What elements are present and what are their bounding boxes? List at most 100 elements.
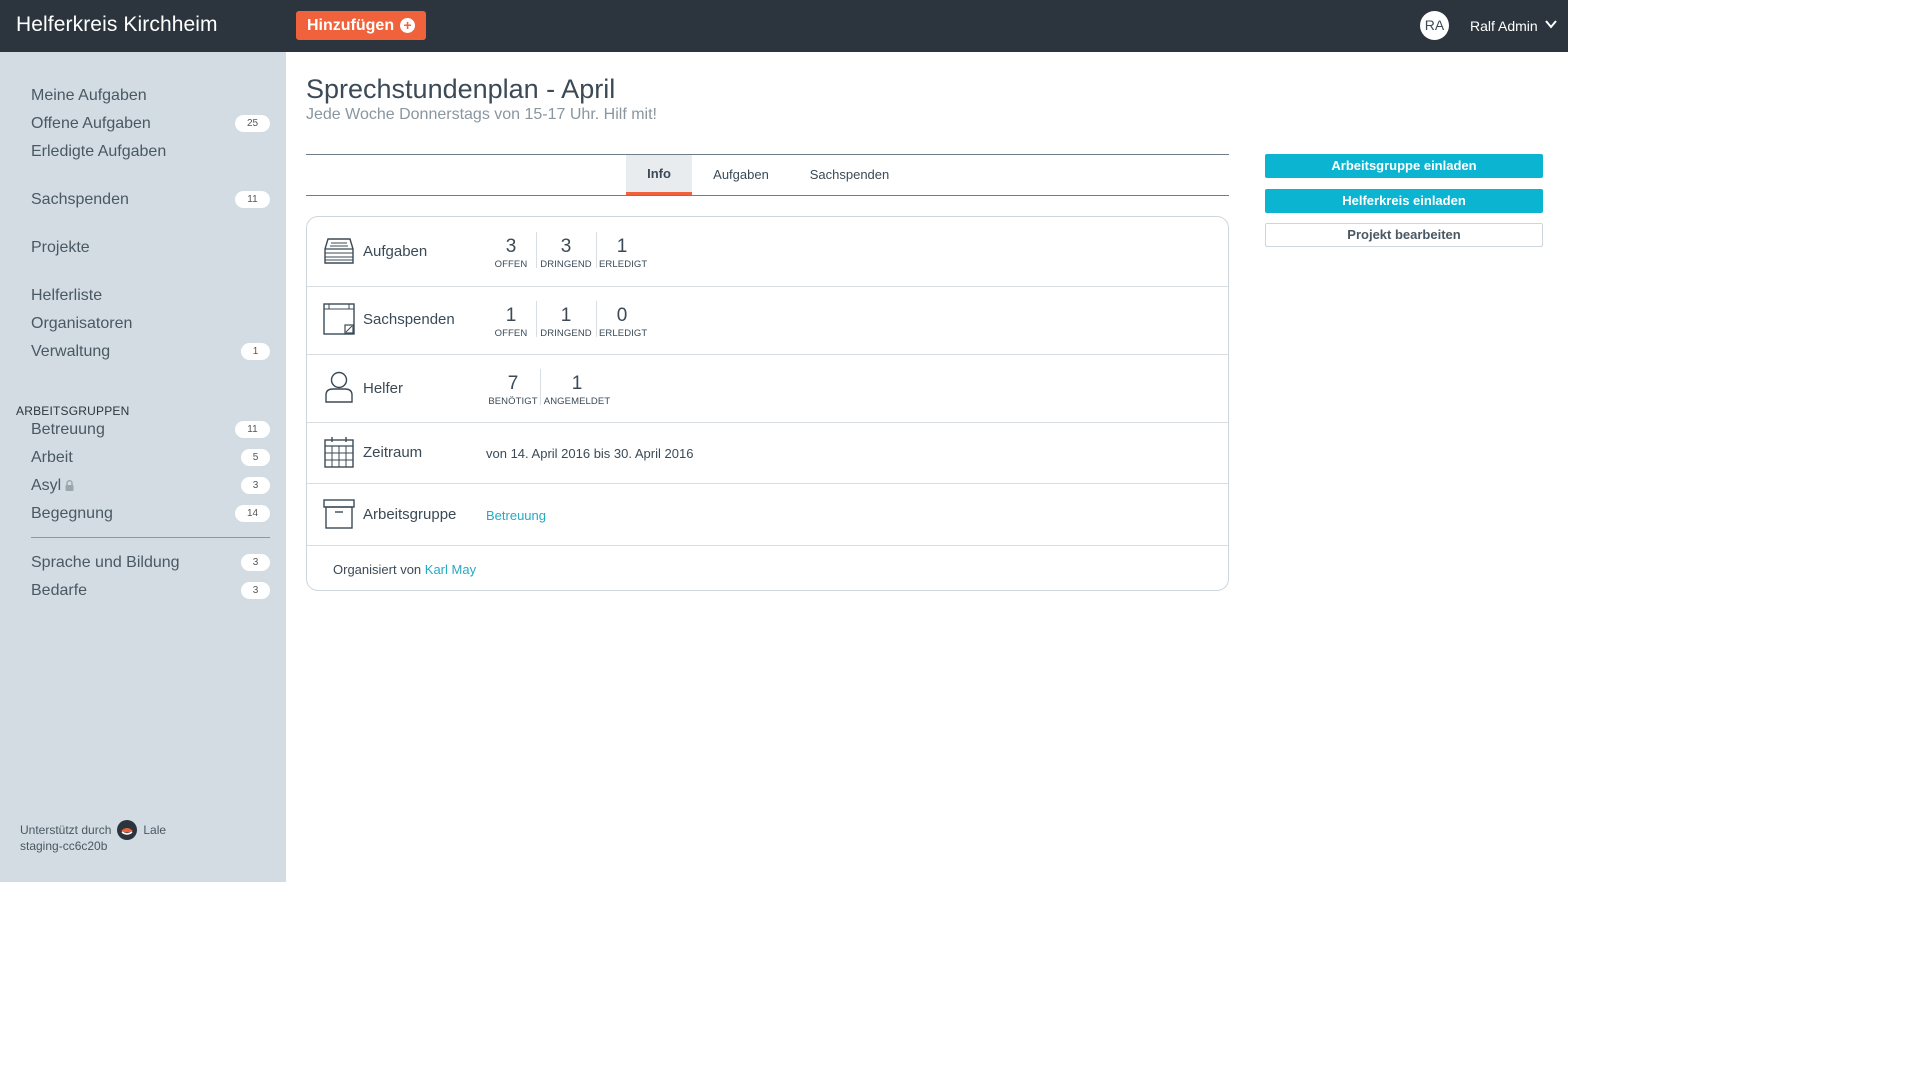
row-divider — [307, 422, 1228, 423]
date-range: von 14. April 2016 bis 30. April 2016 — [486, 446, 694, 461]
supporter-link[interactable]: Lale — [143, 823, 166, 837]
stat-aufgaben-dringend[interactable]: 3 DRINGEND — [540, 236, 592, 270]
count-badge: 1 — [241, 343, 270, 360]
edit-project-button[interactable]: Projekt bearbeiten — [1265, 223, 1543, 247]
add-button-label: Hinzufügen — [307, 16, 395, 34]
stat-sachspenden-dringend[interactable]: 1 DRINGEND — [540, 305, 592, 339]
stat-label: DRINGEND — [540, 328, 592, 339]
stat-sachspenden-offen[interactable]: 1 OFFEN — [491, 305, 531, 339]
stat-label: ANGEMELDET — [543, 396, 611, 407]
organizer-link[interactable]: Karl May — [425, 562, 476, 577]
sidebar-item-label: Asyl — [31, 477, 62, 494]
stat-value: 3 — [505, 236, 517, 257]
invite-helper-circle-button[interactable]: Helferkreis einladen — [1265, 189, 1543, 213]
sidebar-item-meine-aufgaben[interactable]: Meine Aufgaben — [31, 87, 147, 105]
count-badge: 3 — [241, 554, 270, 571]
organizer-line: Organisiert von Karl May — [333, 562, 476, 577]
stat-aufgaben-erledigt[interactable]: 1 ERLEDIGT — [599, 236, 648, 270]
top-bar: Helferkreis Kirchheim Hinzufügen + RA Ra… — [0, 0, 1568, 52]
section-title-arbeitsgruppen: ARBEITSGRUPPEN — [16, 404, 130, 418]
tabs-border-bottom — [306, 195, 1229, 196]
count-badge: 25 — [235, 115, 270, 132]
stat-helfer-benoetigt[interactable]: 7 BENÖTIGT — [487, 373, 539, 407]
tab-sachspenden[interactable]: Sachspenden — [798, 155, 901, 195]
count-badge: 3 — [241, 477, 270, 494]
user-menu-name[interactable]: Ralf Admin — [1470, 18, 1538, 34]
box-package-icon — [323, 303, 355, 335]
row-label-sachspenden: Sachspenden — [363, 311, 455, 328]
stat-value: 1 — [571, 373, 583, 394]
sidebar-item-sprache-und-bildung[interactable]: Sprache und Bildung — [31, 554, 180, 572]
sidebar-item-sachspenden[interactable]: Sachspenden — [31, 191, 129, 209]
sidebar-item-projekte[interactable]: Projekte — [31, 239, 90, 257]
lale-logo-icon[interactable] — [117, 820, 138, 840]
stat-value: 7 — [507, 373, 519, 394]
count-badge: 11 — [235, 191, 270, 208]
stat-helfer-angemeldet[interactable]: 1 ANGEMELDET — [543, 373, 611, 407]
row-label-aufgaben: Aufgaben — [363, 243, 428, 260]
stat-divider — [596, 232, 597, 268]
lock-icon — [65, 480, 74, 491]
calendar-icon — [324, 437, 354, 468]
sidebar-item-betreuung[interactable]: Betreuung — [31, 421, 105, 439]
info-card: Aufgaben 3 OFFEN 3 DRINGEND 1 ERLEDIGT S… — [306, 216, 1229, 591]
page-title: Sprechstundenplan - April — [306, 74, 616, 104]
sidebar-item-erledigte-aufgaben[interactable]: Erledigte Aufgaben — [31, 143, 166, 161]
tab-aufgaben[interactable]: Aufgaben — [700, 155, 782, 195]
stat-divider — [540, 369, 541, 405]
count-badge: 5 — [241, 449, 270, 466]
sidebar-item-arbeit[interactable]: Arbeit — [31, 449, 73, 467]
sidebar-item-asyl[interactable]: Asyl — [31, 477, 74, 495]
count-badge: 3 — [241, 582, 270, 599]
app-title[interactable]: Helferkreis Kirchheim — [16, 13, 218, 37]
stat-divider — [536, 301, 537, 337]
inbox-stack-icon — [324, 238, 354, 264]
stat-divider — [536, 232, 537, 268]
page-subtitle: Jede Woche Donnerstags von 15-17 Uhr. Hi… — [306, 106, 657, 123]
sidebar-divider — [31, 537, 270, 538]
avatar[interactable]: RA — [1420, 11, 1449, 40]
row-divider — [307, 483, 1228, 484]
sidebar-item-begegnung[interactable]: Begegnung — [31, 505, 113, 523]
row-divider — [307, 354, 1228, 355]
organizer-prefix: Organisiert von — [333, 562, 422, 577]
sidebar-footer: Unterstützt durch Lale staging-cc6c20b — [20, 820, 166, 854]
stat-label: ERLEDIGT — [599, 328, 648, 339]
stat-label: BENÖTIGT — [488, 396, 538, 407]
stat-value: 0 — [616, 305, 628, 326]
sidebar-item-helferliste[interactable]: Helferliste — [31, 287, 102, 305]
count-badge: 14 — [235, 505, 270, 522]
stat-value: 3 — [560, 236, 572, 257]
sidebar-item-organisatoren[interactable]: Organisatoren — [31, 315, 132, 333]
add-button[interactable]: Hinzufügen + — [296, 11, 427, 40]
chevron-down-icon[interactable] — [1544, 17, 1558, 31]
row-label-zeitraum: Zeitraum — [363, 444, 423, 461]
row-divider — [307, 286, 1228, 287]
supported-by-text: Unterstützt durch — [20, 823, 112, 837]
sidebar-item-verwaltung[interactable]: Verwaltung — [31, 343, 110, 361]
stat-value: 1 — [560, 305, 572, 326]
stat-sachspenden-erledigt[interactable]: 0 ERLEDIGT — [599, 305, 648, 339]
stat-aufgaben-offen[interactable]: 3 OFFEN — [491, 236, 531, 270]
row-label-helfer: Helfer — [363, 380, 404, 397]
build-version: staging-cc6c20b — [20, 839, 108, 853]
arbeitsgruppe-link[interactable]: Betreuung — [486, 508, 546, 523]
row-label-arbeitsgruppe: Arbeitsgruppe — [363, 506, 457, 523]
plus-circle-icon: + — [400, 18, 416, 33]
stat-divider — [596, 301, 597, 337]
stat-label: OFFEN — [494, 328, 528, 339]
sidebar: Meine Aufgaben Offene Aufgaben 25 Erledi… — [0, 52, 286, 882]
invite-workgroup-button[interactable]: Arbeitsgruppe einladen — [1265, 154, 1543, 178]
stat-value: 1 — [616, 236, 628, 257]
archive-icon — [323, 499, 355, 529]
stat-label: OFFEN — [494, 259, 528, 270]
stat-label: DRINGEND — [540, 259, 592, 270]
count-badge: 11 — [235, 421, 270, 438]
row-divider — [307, 545, 1228, 546]
sidebar-item-offene-aufgaben[interactable]: Offene Aufgaben — [31, 115, 151, 133]
tab-info[interactable]: Info — [626, 155, 692, 195]
stat-value: 1 — [505, 305, 517, 326]
user-icon — [325, 371, 353, 403]
sidebar-item-bedarfe[interactable]: Bedarfe — [31, 582, 87, 600]
stat-label: ERLEDIGT — [599, 259, 648, 270]
